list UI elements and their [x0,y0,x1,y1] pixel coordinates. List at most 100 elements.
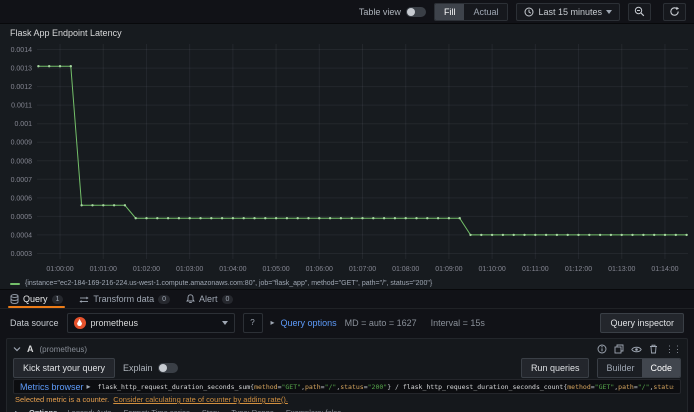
svg-text:0.0007: 0.0007 [11,177,33,184]
options-label: Options [29,407,58,412]
refresh-button[interactable] [663,2,686,21]
time-range-picker[interactable]: Last 15 minutes [516,2,620,21]
warning-rate-hint-link[interactable]: Consider calculating rate of counter by … [113,395,288,404]
series-label: {instance="ec2-184-169-216-224.us-west-1… [25,280,433,287]
bell-icon [186,294,195,304]
options-summary: Legend: Auto Format: Time series Step: Type… [67,408,341,412]
zoom-out-button[interactable] [628,2,651,21]
tab-count-badge: 1 [51,294,64,304]
time-range-label: Last 15 minutes [538,6,602,17]
svg-text:01:10:00: 01:10:00 [478,266,505,273]
datasource-picker[interactable]: prometheus [66,312,235,333]
fill-button[interactable]: Fill [434,3,465,20]
table-view-group: Table view [359,6,426,17]
chevron-right-icon: ▸ [86,382,91,391]
svg-text:0.0004: 0.0004 [11,232,33,239]
svg-text:0.0012: 0.0012 [11,84,33,91]
chevron-down-icon [606,9,612,14]
chevron-right-icon: ▸ [270,318,275,327]
svg-text:01:12:00: 01:12:00 [565,266,592,273]
max-data-points-value: MD = auto = 1627 [344,317,417,328]
trash-icon[interactable] [649,344,658,354]
svg-text:01:02:00: 01:02:00 [133,266,160,273]
legend-item[interactable]: {instance="ec2-184-169-216-224.us-west-1… [0,277,694,290]
promql-editor: Metrics browser ▸ flask_http_request_dur… [13,379,681,394]
latency-chart[interactable]: 0.0014 0.0013 0.0012 0.0011 0.001 0.0009 0.000… [0,40,694,277]
tab-label: Transform data [93,294,155,304]
query-option-item: Step: [201,407,220,412]
series-color-mark [10,282,20,285]
code-button[interactable]: Code [642,359,680,377]
svg-text:01:09:00: 01:09:00 [435,266,462,273]
chevron-right-icon[interactable]: ▸ [15,408,19,412]
svg-text:0.0014: 0.0014 [11,47,33,54]
query-row-actions: ⋮⋮ [597,344,682,355]
database-icon [10,294,19,304]
prometheus-icon [73,316,86,329]
query-datasource-hint: (prometheus) [39,344,88,354]
tab-label: Query [23,294,48,304]
info-circle-icon[interactable] [597,344,607,354]
svg-text:0.001: 0.001 [14,121,32,128]
metrics-browser-toggle[interactable]: Metrics browser ▸ [20,382,91,392]
eye-icon[interactable] [631,345,642,354]
svg-text:0.0003: 0.0003 [11,251,33,258]
latency-panel: Flask App Endpoint Latency 0.0014 0.0013 0… [0,24,694,290]
builder-button[interactable]: Builder [598,359,643,377]
query-options-toggle[interactable]: ▸ Query options [271,318,337,328]
builder-code-switch: Builder Code [597,358,681,378]
duplicate-icon[interactable] [614,344,624,354]
svg-text:01:03:00: 01:03:00 [176,266,203,273]
query-options-row: ▸ Options Legend: Auto Format: Time serie… [13,405,681,412]
panel-title: Flask App Endpoint Latency [10,28,122,38]
query-inspector-button[interactable]: Query inspector [600,312,684,333]
fill-actual-switch: Fill Actual [433,2,509,21]
refresh-icon [670,6,680,16]
actual-button[interactable]: Actual [464,3,508,20]
tab-transform-data[interactable]: Transform data 0 [79,290,171,308]
svg-text:0.0009: 0.0009 [11,140,33,147]
query-row-header: A (prometheus) ⋮⋮ [13,341,682,357]
query-options-label: Query options [280,317,337,328]
zoom-out-icon [634,6,645,17]
svg-text:01:11:00: 01:11:00 [522,266,549,273]
editor-tabs: Query 1 Transform data 0 Alert 0 [0,290,694,309]
promql-query-input[interactable]: flask_http_request_duration_seconds_sum{… [98,383,674,391]
query-option-item: Type: Range [231,407,274,412]
metrics-browser-label: Metrics browser [20,381,84,392]
svg-text:0.0008: 0.0008 [11,158,33,165]
datasource-bar: Data source prometheus ? ▸ Query options… [0,309,694,336]
panel-editor-toolbar: Table view Fill Actual Last 15 minutes [0,0,694,24]
svg-text:0.0006: 0.0006 [11,195,33,202]
query-ref-id: A [27,344,34,354]
tab-query[interactable]: Query 1 [7,290,66,308]
table-view-toggle[interactable] [405,6,426,17]
query-options-summary: MD = auto = 1627 Interval = 15s [345,318,485,328]
svg-text:01:08:00: 01:08:00 [392,266,419,273]
svg-text:01:05:00: 01:05:00 [262,266,289,273]
drag-handle-icon[interactable]: ⋮⋮ [665,344,682,355]
explain-toggle[interactable] [157,363,178,373]
tab-label: Alert [199,294,218,304]
tab-alert[interactable]: Alert 0 [186,290,234,308]
warning-text: Selected metric is a counter. [15,395,110,404]
toggle-knob [406,7,415,16]
tab-count-badge: 0 [158,294,171,304]
run-queries-button[interactable]: Run queries [520,358,590,378]
interval-value: Interval = 15s [430,317,485,328]
svg-text:01:07:00: 01:07:00 [349,266,376,273]
svg-text:01:00:00: 01:00:00 [46,266,73,273]
query-option-item: Format: Time series [123,407,190,412]
svg-text:01:01:00: 01:01:00 [90,266,117,273]
datasource-label: Data source [10,317,59,328]
explain-group: Explain [123,363,178,373]
query-option-item: Exemplars: false [285,407,342,412]
datasource-help-button[interactable]: ? [242,312,263,333]
query-row-container: A (prometheus) ⋮⋮ Kick start your query … [6,338,688,412]
svg-text:0.0011: 0.0011 [11,103,32,110]
kick-start-query-button[interactable]: Kick start your query [13,358,116,378]
toggle-knob [158,364,167,372]
svg-text:01:06:00: 01:06:00 [306,266,333,273]
counter-warning: Selected metric is a counter. Consider c… [13,394,681,405]
collapse-chevron-icon[interactable] [13,346,21,352]
